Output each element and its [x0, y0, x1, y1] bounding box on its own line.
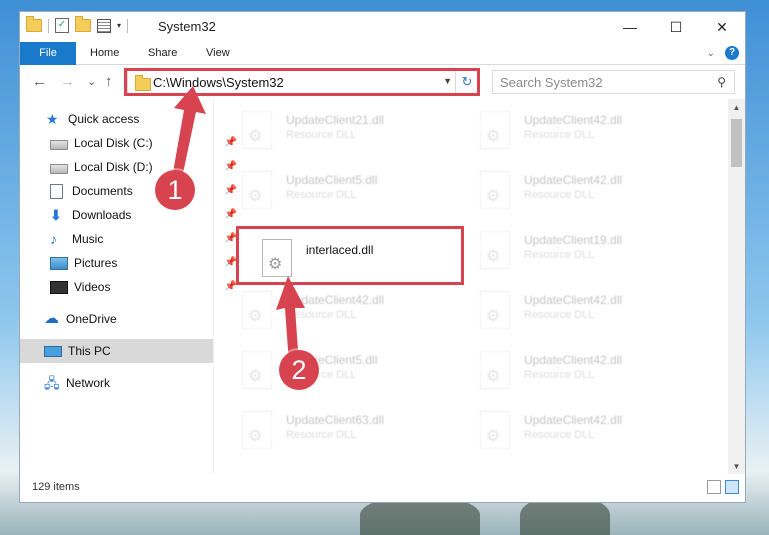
annotation-arrows — [172, 86, 305, 364]
step-2-badge: 2 — [279, 350, 319, 390]
arrow-1-icon — [172, 86, 206, 178]
step-1-badge: 1 — [155, 170, 195, 210]
